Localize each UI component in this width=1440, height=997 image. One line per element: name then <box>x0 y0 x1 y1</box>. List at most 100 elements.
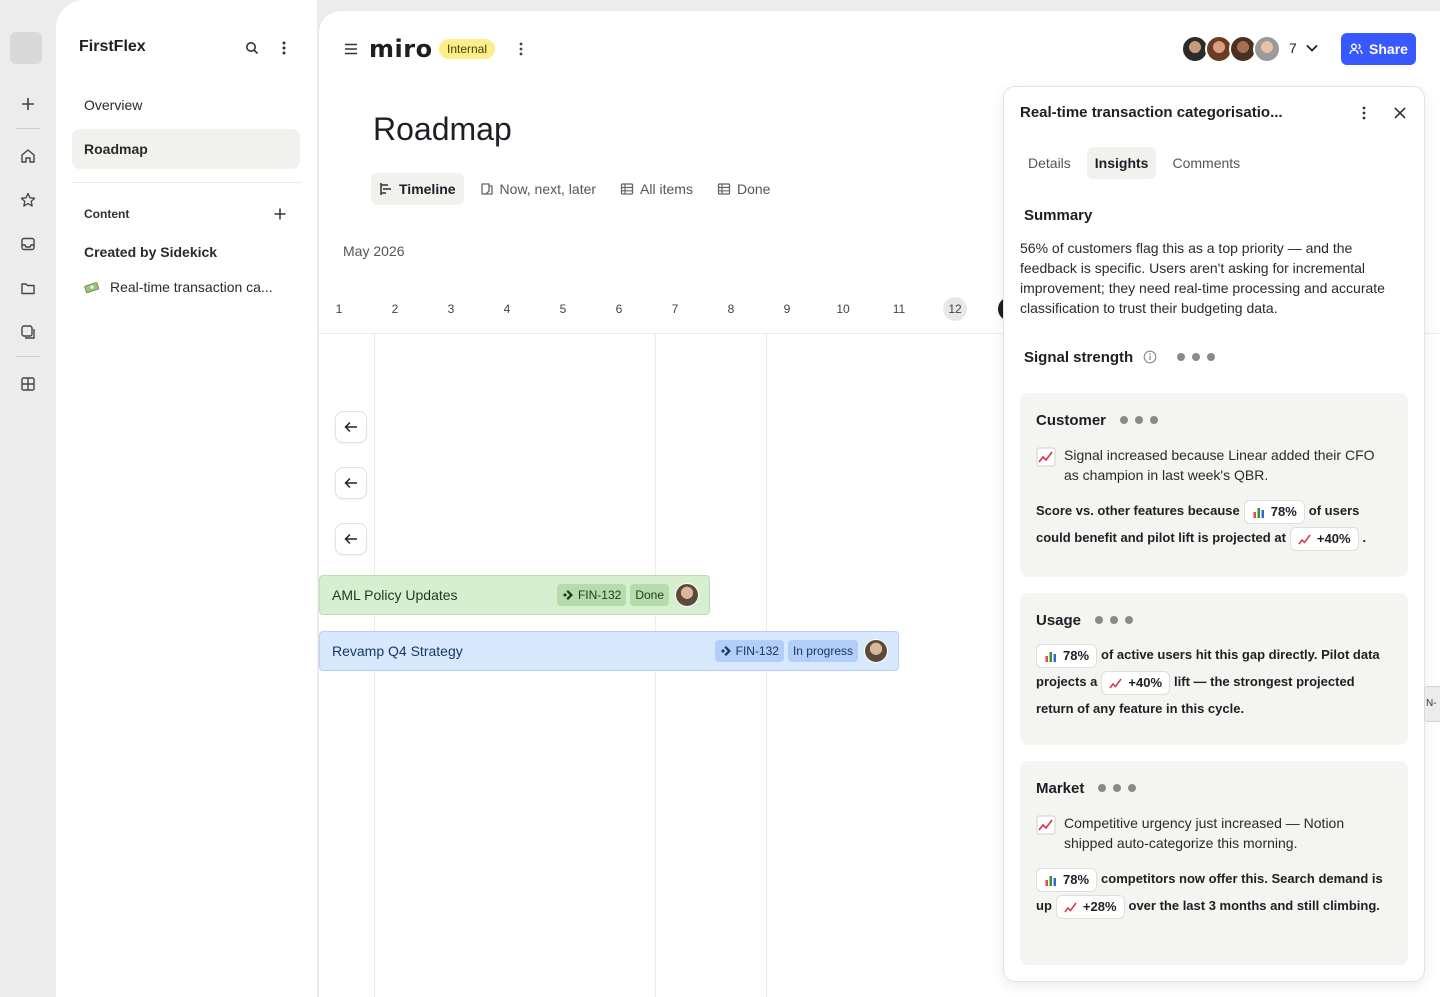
boards-icon[interactable] <box>16 320 40 344</box>
offscreen-item-tab[interactable]: N-1 <box>1424 686 1440 722</box>
nav-item-roadmap[interactable]: Roadmap <box>72 129 300 169</box>
card-title: Usage <box>1036 611 1082 629</box>
folder-icon[interactable] <box>16 276 40 300</box>
signal-dots <box>1120 416 1159 424</box>
close-icon[interactable] <box>1388 101 1412 125</box>
avatar <box>1253 35 1281 63</box>
star-icon[interactable] <box>16 188 40 212</box>
inbox-icon[interactable] <box>16 232 40 256</box>
timeline-day: 7 <box>671 302 679 316</box>
workspace-sidebar: FirstFlex Overview Roadmap Content Creat… <box>56 0 318 997</box>
nav-item-label: Roadmap <box>84 141 148 157</box>
pill-value: 78% <box>1063 648 1090 664</box>
tab-now-next-later[interactable]: Now, next, later <box>472 173 605 205</box>
collaborator-avatars[interactable] <box>1181 35 1281 63</box>
tab-insights[interactable]: Insights <box>1086 147 1157 179</box>
workspace-logo[interactable] <box>10 32 42 64</box>
nav-item-overview[interactable]: Overview <box>72 85 300 125</box>
bar-chart-icon <box>1045 875 1056 886</box>
chevron-down-icon[interactable] <box>1305 41 1319 60</box>
arrow-left-icon <box>344 477 357 489</box>
signal-dots <box>1098 784 1137 792</box>
percent-pill: 78% <box>1036 867 1098 892</box>
panel-tabs: Details Insights Comments <box>1020 147 1248 179</box>
hamburger-menu-icon[interactable] <box>343 41 359 57</box>
share-label: Share <box>1369 41 1408 57</box>
info-icon[interactable] <box>1143 350 1157 364</box>
card-title: Market <box>1036 779 1085 797</box>
signal-text: Signal increased because Linear added th… <box>1064 447 1375 483</box>
chart-increasing-icon <box>1036 447 1056 467</box>
pill-value: +28% <box>1082 899 1117 915</box>
page-title: Roadmap <box>373 111 512 147</box>
bar-title: AML Policy Updates <box>332 587 458 603</box>
ticket-id: FIN-132 <box>577 588 622 602</box>
timeline-day: 1 <box>335 302 343 316</box>
sidebar-doc-item[interactable]: Real-time transaction ca... <box>84 279 294 295</box>
timeline-day-today: 12 <box>943 297 967 321</box>
users-icon <box>1349 43 1363 55</box>
pill-value: 78% <box>1270 504 1297 520</box>
summary-text: 56% of customers flag this as a top prio… <box>1020 240 1385 316</box>
jira-icon <box>720 646 731 656</box>
scroll-left-button[interactable] <box>335 523 367 555</box>
more-vertical-icon[interactable] <box>274 38 294 58</box>
market-text-part: over the last 3 months and still climbin… <box>1128 898 1380 913</box>
jira-ticket-chip[interactable]: FIN-132 <box>714 640 784 662</box>
timeline-bar-aml-policy[interactable]: AML Policy Updates FIN-132 Done <box>319 575 710 615</box>
more-vertical-icon[interactable] <box>513 41 529 57</box>
tab-details[interactable]: Details <box>1020 147 1079 179</box>
usage-signal-card: Usage 78% of active users hit this gap di… <box>1020 593 1408 745</box>
add-content-icon[interactable] <box>270 204 290 224</box>
item-detail-panel: Real-time transaction categorisatio... D… <box>1003 86 1425 982</box>
tab-label: Timeline <box>399 181 456 197</box>
tab-done[interactable]: Done <box>709 173 778 205</box>
jira-icon <box>562 590 573 600</box>
tab-comments[interactable]: Comments <box>1164 147 1248 179</box>
timeline-day: 8 <box>727 302 735 316</box>
grid-icon[interactable] <box>16 372 40 396</box>
timeline-days: 1 2 3 4 5 6 7 8 9 10 11 12 <box>319 297 1019 321</box>
score-text: Score vs. other features because 78% of us… <box>1036 497 1392 551</box>
card-title: Customer <box>1036 411 1107 429</box>
scroll-left-button[interactable] <box>335 411 367 443</box>
percent-pill: 78% <box>1036 643 1098 668</box>
pill-value: +40% <box>1316 531 1351 547</box>
timeline-month: May 2026 <box>343 243 405 259</box>
tab-label: All items <box>640 181 693 197</box>
signal-strength-heading: Signal strength <box>1024 349 1134 366</box>
collaborator-count[interactable]: 7 <box>1289 40 1297 56</box>
timeline-day: 5 <box>559 302 567 316</box>
status-badge: In progress <box>787 640 858 662</box>
percent-pill: 78% <box>1243 499 1305 524</box>
market-signal-card: Market Competitive urgency just increase… <box>1020 761 1408 965</box>
avatar <box>864 639 888 663</box>
table-icon <box>620 183 634 195</box>
timeline-day: 11 <box>892 302 906 316</box>
more-vertical-icon[interactable] <box>1352 101 1376 125</box>
timeline-icon <box>380 183 391 195</box>
tab-timeline[interactable]: Timeline <box>371 173 464 205</box>
plus-icon[interactable] <box>16 92 40 116</box>
table-icon <box>717 183 731 195</box>
chart-increasing-icon <box>1109 678 1123 689</box>
miro-logo: miro <box>369 35 433 63</box>
tab-all-items[interactable]: All items <box>612 173 701 205</box>
tab-label: Now, next, later <box>499 181 597 197</box>
home-icon[interactable] <box>16 144 40 168</box>
scroll-left-button[interactable] <box>335 467 367 499</box>
view-switcher: Timeline Now, next, later All items Done <box>371 173 778 205</box>
content-section-label: Content <box>84 207 130 221</box>
money-emoji-icon <box>84 282 100 294</box>
lift-pill: +40% <box>1101 670 1171 695</box>
search-icon[interactable] <box>242 38 262 58</box>
signal-text: Competitive urgency just increased — Not… <box>1064 815 1345 851</box>
lift-pill: +40% <box>1289 526 1359 551</box>
pill-value: 78% <box>1063 872 1090 888</box>
nav-item-label: Overview <box>84 97 143 113</box>
timeline-bar-revamp-q4[interactable]: Revamp Q4 Strategy FIN-132 In progress <box>319 631 899 671</box>
jira-ticket-chip[interactable]: FIN-132 <box>556 584 627 606</box>
share-button[interactable]: Share <box>1341 33 1416 65</box>
customer-signal-card: Customer Signal increased because Linear… <box>1020 393 1408 577</box>
timeline-day: 4 <box>503 302 511 316</box>
